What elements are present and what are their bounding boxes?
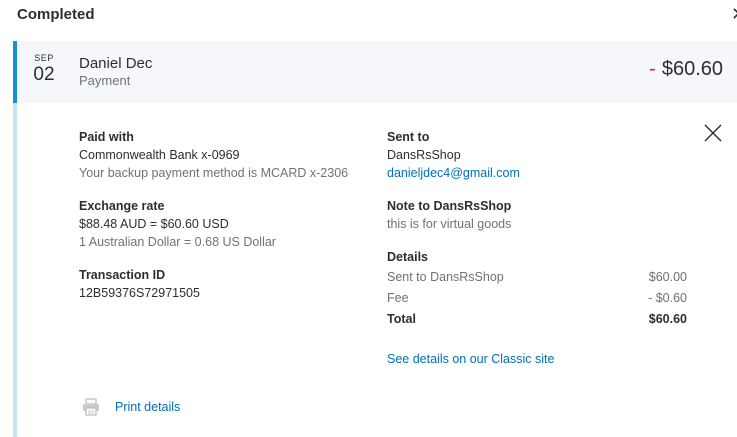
close-icon[interactable]: ✕ xyxy=(731,4,737,24)
transaction-id-value: 12B59376S72971505 xyxy=(79,286,200,300)
paid-with-account: Commonwealth Bank x-0969 xyxy=(79,148,240,162)
close-icon[interactable] xyxy=(702,122,724,144)
transaction-details-panel: Paid with Commonwealth Bank x-0969 Your … xyxy=(13,103,737,437)
transaction-row[interactable]: SEP 02 Daniel Dec Payment - $60.60 xyxy=(13,41,737,103)
details-right-column: Sent to DansRsShop danieljdec4@gmail.com… xyxy=(387,128,687,368)
exchange-conversion: $88.48 AUD = $60.60 USD xyxy=(79,217,229,231)
transaction-id-label: Transaction ID xyxy=(79,268,166,282)
details-total-row: Total $60.60 xyxy=(387,310,687,328)
transaction-party: Daniel Dec Payment xyxy=(79,55,152,89)
backup-payment-method: Your backup payment method is MCARD x-23… xyxy=(79,166,349,180)
details-row-name: Sent to DansRsShop xyxy=(387,270,504,284)
transaction-id-block: Transaction ID 12B59376S72971505 xyxy=(79,266,369,302)
details-left-column: Paid with Commonwealth Bank x-0969 Your … xyxy=(79,128,369,317)
sent-to-block: Sent to DansRsShop danieljdec4@gmail.com xyxy=(387,128,687,182)
details-row: Fee - $0.60 xyxy=(387,289,687,307)
date-day: 02 xyxy=(33,64,55,85)
amount-value: $60.60 xyxy=(661,58,723,80)
details-row-value: $60.00 xyxy=(648,270,687,284)
note-block: Note to DansRsShop this is for virtual g… xyxy=(387,197,687,233)
printer-icon xyxy=(83,398,99,416)
transaction-date: SEP 02 xyxy=(30,53,58,86)
exchange-rate-value: 1 Australian Dollar = 0.68 US Dollar xyxy=(79,235,276,249)
details-label: Details xyxy=(387,250,428,264)
sent-to-label: Sent to xyxy=(387,130,430,144)
transaction-amount: - $60.60 xyxy=(649,58,723,81)
details-row-value: - $0.60 xyxy=(648,291,687,305)
details-total-value: $60.60 xyxy=(648,312,687,326)
note-label: Note to DansRsShop xyxy=(387,199,512,213)
classic-site-link[interactable]: See details on our Classic site xyxy=(387,350,687,368)
details-row: Sent to DansRsShop $60.00 xyxy=(387,268,687,286)
party-name: Daniel Dec xyxy=(79,55,153,72)
print-details-button[interactable]: Print details xyxy=(81,397,180,417)
section-title: Completed xyxy=(17,6,95,23)
amount-sign: - xyxy=(649,58,656,80)
details-block: Details Sent to DansRsShop $60.00 Fee - … xyxy=(387,248,687,368)
date-month: SEP xyxy=(34,53,54,63)
paid-with-label: Paid with xyxy=(79,130,134,144)
exchange-rate-block: Exchange rate $88.48 AUD = $60.60 USD 1 … xyxy=(79,197,369,251)
transaction-type: Payment xyxy=(79,73,131,88)
details-row-name: Fee xyxy=(387,291,409,305)
recipient-name: DansRsShop xyxy=(387,148,461,162)
recipient-email-link[interactable]: danieljdec4@gmail.com xyxy=(387,164,687,182)
note-text: this is for virtual goods xyxy=(387,217,512,231)
exchange-rate-label: Exchange rate xyxy=(79,199,165,213)
details-total-label: Total xyxy=(387,312,416,326)
paid-with-block: Paid with Commonwealth Bank x-0969 Your … xyxy=(79,128,369,182)
print-details-label: Print details xyxy=(115,400,181,414)
